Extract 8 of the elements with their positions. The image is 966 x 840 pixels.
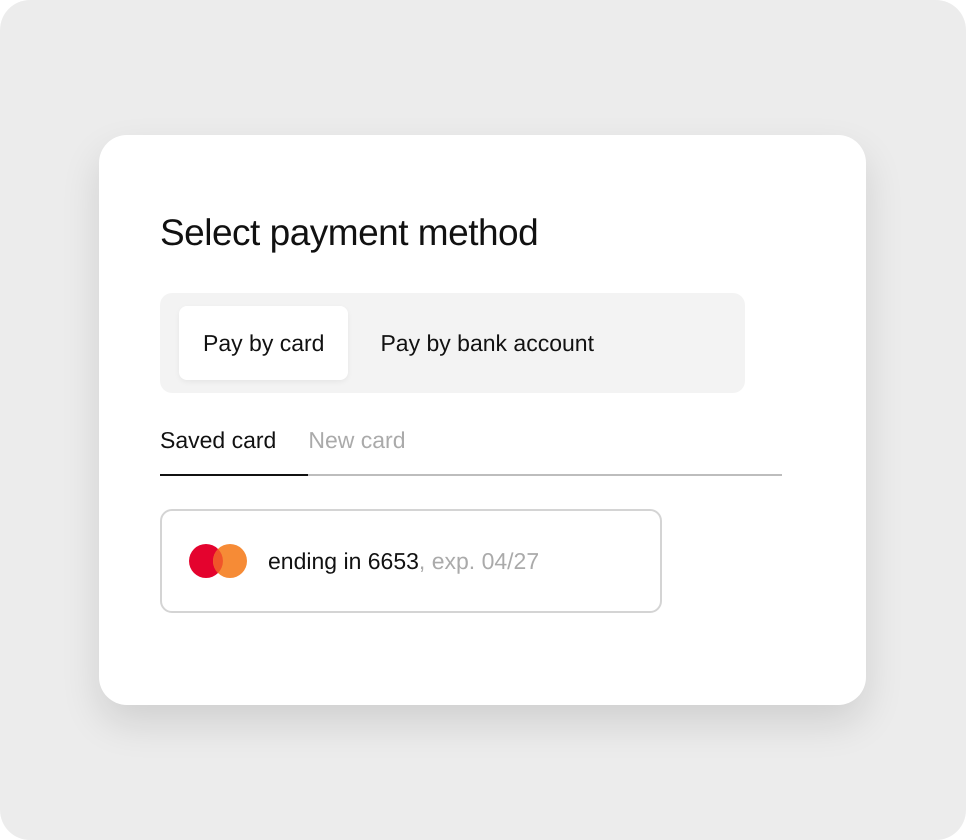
overlapping-circles-icon — [188, 542, 248, 579]
saved-card-option[interactable]: ending in 6653, exp. 04/27 — [160, 508, 662, 613]
card-number-text: ending in 6653 — [268, 546, 419, 576]
dialog-title: Select payment method — [160, 211, 540, 255]
payment-method-tab[interactable]: Pay by bank account — [356, 306, 618, 380]
payment-method-tab[interactable]: Pay by card — [179, 306, 348, 380]
card-expiry-text: , exp. 04/27 — [418, 546, 540, 576]
card-tab[interactable]: Saved card — [160, 423, 308, 476]
